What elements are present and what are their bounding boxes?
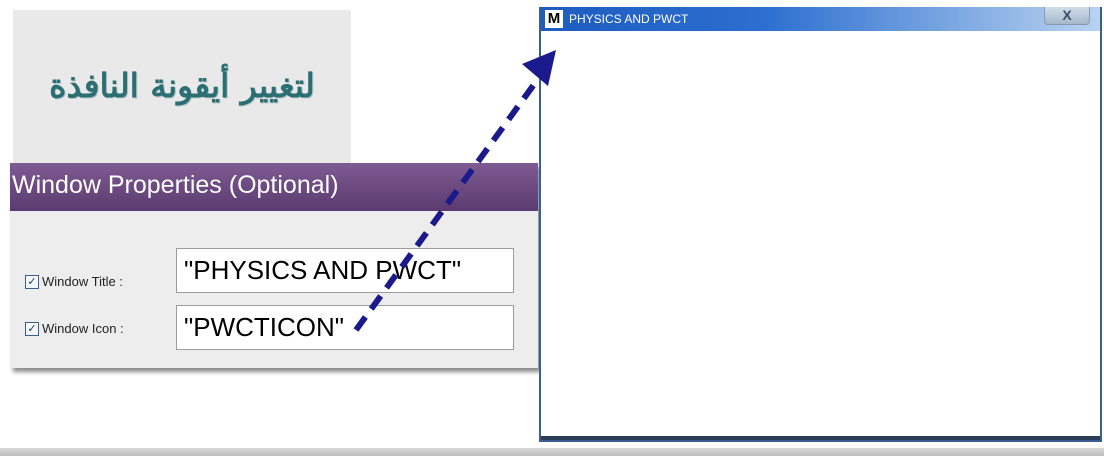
window-title-checkbox[interactable]: ✓ (25, 275, 39, 289)
window-title-field[interactable]: "PHYSICS AND PWCT" (176, 248, 514, 293)
panel-title: Window Properties (Optional) (12, 171, 339, 199)
window-title: PHYSICS AND PWCT (569, 12, 689, 26)
window-bottom-border (541, 436, 1100, 440)
window-titlebar[interactable]: M PHYSICS AND PWCT X (541, 7, 1100, 31)
panel-header: Window Properties (Optional) (10, 163, 538, 211)
floor-shadow (0, 448, 1104, 456)
preview-window: M PHYSICS AND PWCT X (539, 7, 1102, 442)
banner-caption: لتغيير أيقونة النافذة (49, 66, 315, 105)
window-icon-checkbox[interactable]: ✓ (25, 322, 39, 336)
window-icon-field[interactable]: "PWCTICON" (176, 305, 514, 350)
window-icon: M (545, 10, 563, 28)
window-icon-label: Window Icon : (42, 321, 124, 336)
banner: لتغيير أيقونة النافذة (13, 10, 351, 165)
window-title-label: Window Title : (42, 274, 123, 289)
close-button[interactable]: X (1044, 7, 1090, 25)
window-properties-panel: Window Properties (Optional) ✓ Window Ti… (10, 163, 538, 368)
